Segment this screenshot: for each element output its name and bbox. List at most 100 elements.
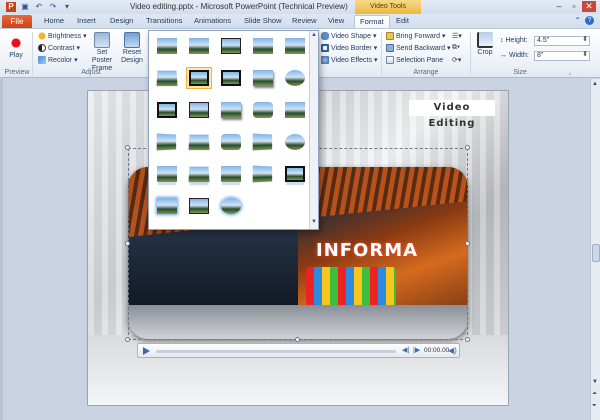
resize-handle-bottom-left[interactable] xyxy=(125,337,130,342)
gallery-scrollbar[interactable]: ▲ ▼ xyxy=(309,31,318,229)
style-thumb[interactable] xyxy=(283,68,307,88)
tab-edit[interactable]: Edit xyxy=(396,16,409,25)
style-thumb[interactable] xyxy=(251,164,275,184)
resize-handle-bottom-right[interactable] xyxy=(465,337,470,342)
rotate-button[interactable]: ⟳▾ xyxy=(452,56,461,64)
video-effects-button[interactable]: Video Effects ▾ xyxy=(321,56,378,64)
gallery-scroll-up-icon[interactable]: ▲ xyxy=(311,32,317,38)
video-scene-booth xyxy=(306,267,396,307)
redo-icon[interactable]: ↷ xyxy=(48,2,58,12)
step-back-icon[interactable]: ◀| xyxy=(402,346,409,354)
recolor-button[interactable]: Recolor ▾ xyxy=(38,56,78,64)
slides-pane-edge xyxy=(0,79,3,420)
scroll-down-icon[interactable]: ▼ xyxy=(592,379,598,385)
style-thumb[interactable] xyxy=(251,68,275,88)
play-record-icon xyxy=(8,35,24,51)
quick-access-toolbar: P ▣ ↶ ↷ ▾ xyxy=(6,2,72,12)
width-spinner[interactable]: 8" xyxy=(534,51,590,61)
video-timeline[interactable] xyxy=(156,350,396,353)
previous-slide-icon[interactable]: ⏶ xyxy=(592,391,597,398)
close-button[interactable]: ✕ xyxy=(582,1,596,12)
style-thumb[interactable] xyxy=(155,36,179,56)
group-objects-button[interactable]: ⧉▾ xyxy=(452,44,460,52)
window-title: Video editing.pptx - Microsoft PowerPoin… xyxy=(130,2,348,11)
resize-handle-top-left[interactable] xyxy=(125,145,130,150)
style-thumb[interactable] xyxy=(283,132,307,152)
tab-review[interactable]: Review xyxy=(292,16,317,25)
style-thumb[interactable] xyxy=(187,196,211,216)
style-thumb[interactable] xyxy=(155,100,179,120)
style-thumb[interactable] xyxy=(219,36,243,56)
dropdown-arrow-icon: ▾ xyxy=(441,33,446,40)
style-thumb[interactable] xyxy=(155,68,179,88)
style-thumb[interactable] xyxy=(219,132,243,152)
slide-title-banner[interactable]: Video Editing xyxy=(409,100,495,129)
selection-pane-button[interactable]: Selection Pane xyxy=(386,56,443,64)
style-thumb[interactable] xyxy=(283,164,307,184)
undo-icon[interactable]: ↶ xyxy=(34,2,44,12)
style-thumb[interactable] xyxy=(155,196,179,216)
style-thumb[interactable] xyxy=(283,36,307,56)
style-thumb[interactable] xyxy=(219,100,243,120)
file-tab[interactable]: File xyxy=(2,15,32,28)
video-border-button[interactable]: Video Border ▾ xyxy=(321,44,377,52)
height-spinner[interactable]: 4.5" xyxy=(534,36,590,46)
minimize-button[interactable]: – xyxy=(552,1,566,12)
reset-design-button[interactable]: Reset Design xyxy=(118,32,146,65)
style-thumb[interactable] xyxy=(187,36,211,56)
next-slide-icon[interactable]: ⏷ xyxy=(592,403,597,410)
style-thumb[interactable] xyxy=(251,100,275,120)
tab-slide-show[interactable]: Slide Show xyxy=(244,16,282,25)
send-backward-icon xyxy=(386,44,394,52)
style-thumb[interactable] xyxy=(155,164,179,184)
style-thumb[interactable] xyxy=(187,132,211,152)
crop-icon xyxy=(477,32,493,48)
scroll-up-icon[interactable]: ▲ xyxy=(592,81,598,87)
resize-handle-bottom[interactable] xyxy=(295,337,300,342)
style-thumb[interactable] xyxy=(187,100,211,120)
style-thumb[interactable] xyxy=(219,68,243,88)
tab-format[interactable]: Format xyxy=(354,15,390,28)
style-thumb-selected[interactable] xyxy=(186,67,212,89)
crop-button[interactable]: Crop xyxy=(474,32,496,57)
style-thumb[interactable] xyxy=(187,164,211,184)
qat-dropdown-icon[interactable]: ▾ xyxy=(62,2,72,12)
tab-view[interactable]: View xyxy=(328,16,344,25)
resize-handle-top-right[interactable] xyxy=(465,145,470,150)
style-thumb[interactable] xyxy=(155,132,179,152)
play-button[interactable]: Play xyxy=(5,35,27,60)
tab-home[interactable]: Home xyxy=(44,16,64,25)
gallery-scroll-down-icon[interactable]: ▼ xyxy=(311,219,317,225)
tab-transitions[interactable]: Transitions xyxy=(146,16,182,25)
play-icon[interactable] xyxy=(141,346,151,356)
tab-insert[interactable]: Insert xyxy=(77,16,96,25)
resize-handle-left[interactable] xyxy=(125,241,130,246)
save-icon[interactable]: ▣ xyxy=(20,2,30,12)
help-icon[interactable]: ? xyxy=(585,16,594,25)
style-thumb[interactable] xyxy=(219,164,243,184)
style-thumb[interactable] xyxy=(283,100,307,120)
style-thumb[interactable] xyxy=(251,36,275,56)
tab-design[interactable]: Design xyxy=(110,16,133,25)
scrollbar-thumb[interactable] xyxy=(592,244,600,262)
step-forward-icon[interactable]: |▶ xyxy=(413,346,420,354)
bring-forward-button[interactable]: Bring Forward ▾ xyxy=(386,32,445,40)
set-poster-frame-button[interactable]: Set Poster Frame xyxy=(88,32,116,73)
resize-handle-right[interactable] xyxy=(465,241,470,246)
send-backward-button[interactable]: Send Backward ▾ xyxy=(386,44,451,52)
size-dialog-launcher-icon[interactable]: ⌟ xyxy=(568,69,571,76)
group-label-preview: Preview xyxy=(4,69,30,76)
minimize-ribbon-icon[interactable]: ⌃ xyxy=(574,16,581,25)
maximize-button[interactable]: ▫ xyxy=(567,1,581,12)
volume-icon[interactable]: ◀) xyxy=(448,346,457,355)
style-thumb[interactable] xyxy=(219,196,243,216)
tab-animations[interactable]: Animations xyxy=(194,16,231,25)
align-button[interactable]: ☰▾ xyxy=(452,32,462,40)
brightness-button[interactable]: Brightness ▾ xyxy=(38,32,87,40)
video-shape-button[interactable]: Video Shape ▾ xyxy=(321,32,376,40)
contrast-button[interactable]: Contrast ▾ xyxy=(38,44,80,52)
powerpoint-logo-icon[interactable]: P xyxy=(6,2,16,12)
style-thumb[interactable] xyxy=(251,132,275,152)
vertical-scrollbar[interactable]: ▲ ▼ ⏶ ⏷ xyxy=(590,79,600,420)
dropdown-arrow-icon: ▾ xyxy=(447,45,451,52)
